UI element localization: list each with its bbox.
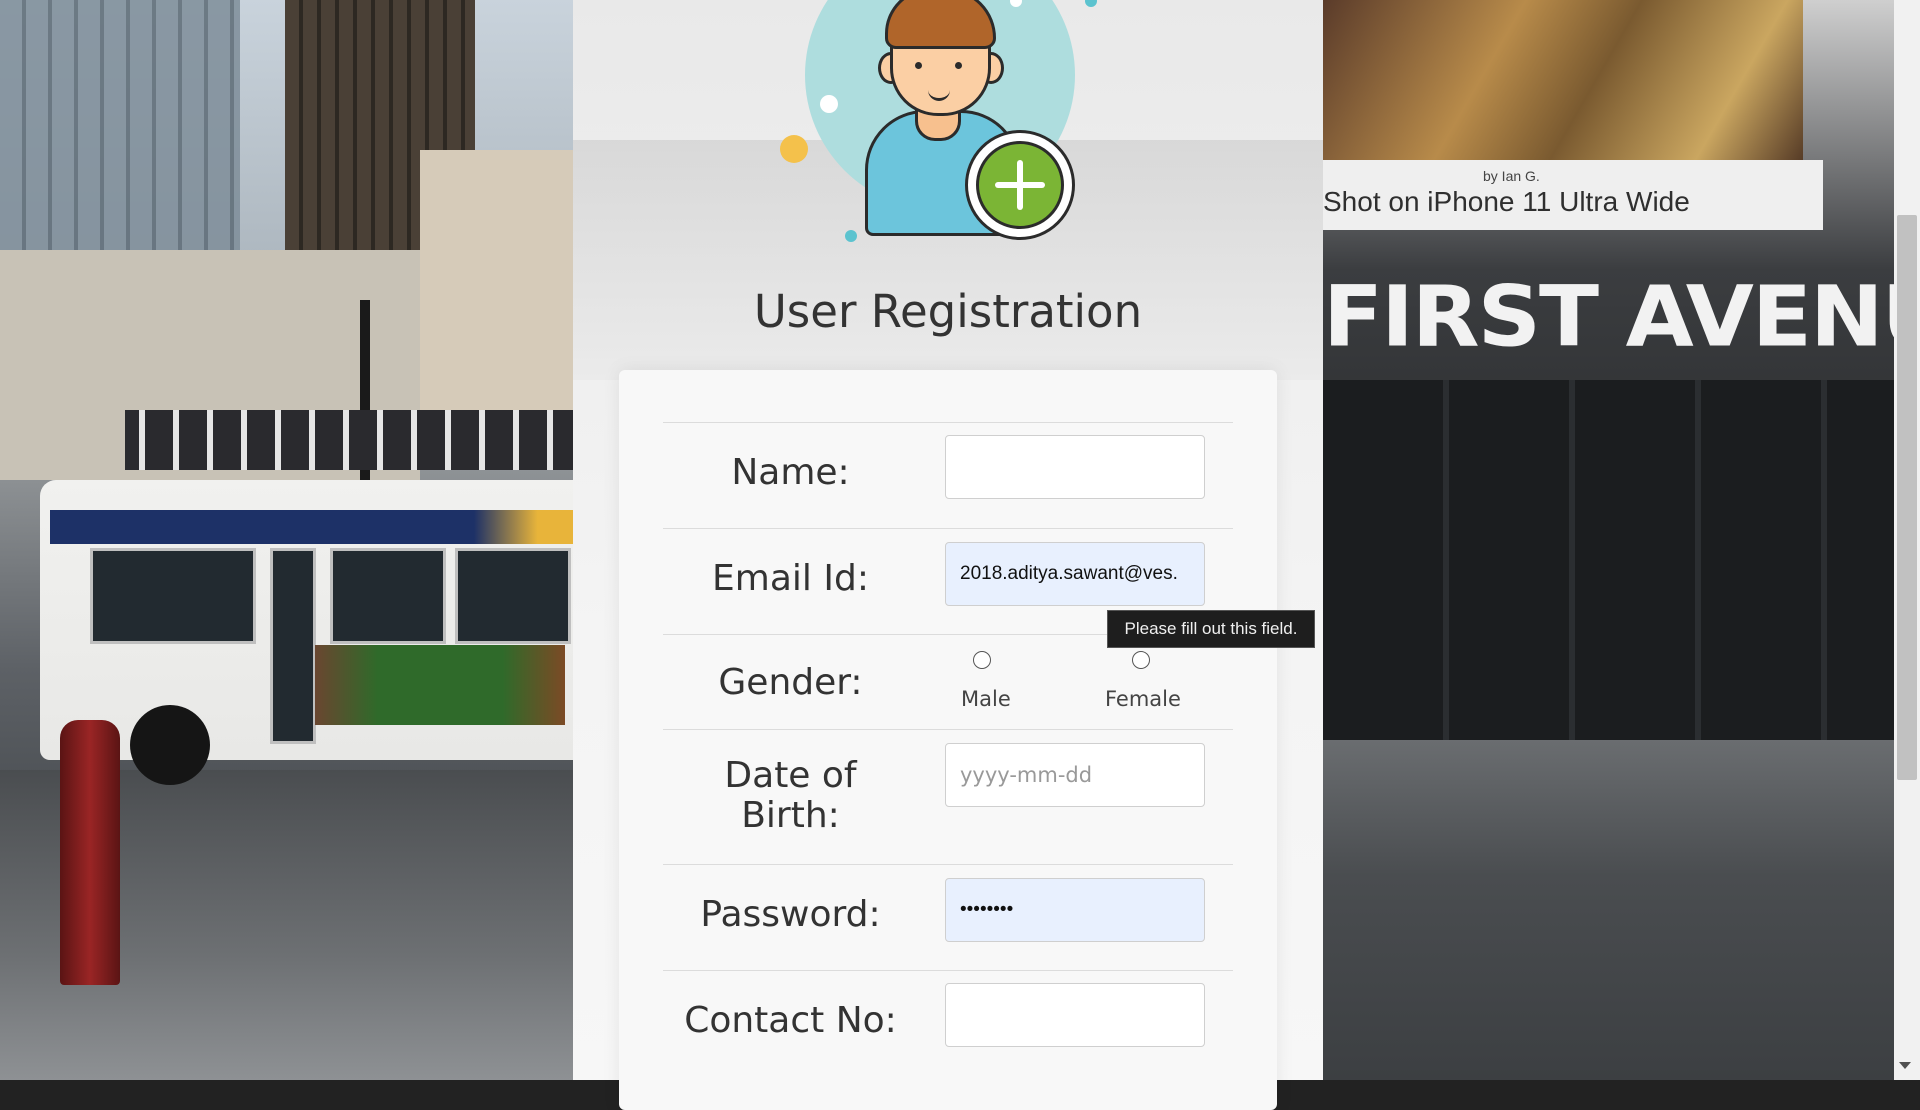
dob-label-line1: Date of xyxy=(724,755,857,796)
dob-label-line2: Birth: xyxy=(741,795,840,836)
billboard-caption: Shot on iPhone 11 Ultra Wide xyxy=(1323,186,1690,217)
background-photo-street-left xyxy=(0,0,573,1080)
fire-hydrant-image xyxy=(60,720,120,985)
gender-female-radio[interactable] xyxy=(1132,651,1150,669)
scroll-down-arrow-icon[interactable] xyxy=(1899,1062,1911,1069)
scrollbar-thumb[interactable] xyxy=(1897,215,1917,780)
gender-male-label[interactable]: Male xyxy=(961,687,1011,711)
email-label: Email Id: xyxy=(712,558,869,599)
contact-input[interactable] xyxy=(945,983,1205,1047)
billboard-credit: by Ian G. xyxy=(1483,168,1540,184)
validation-tooltip: Please fill out this field. xyxy=(1107,610,1315,648)
dob-row: Date of Birth: yyyy-mm-dd xyxy=(663,729,1233,865)
background-photo-first-avenue: by Ian G. Shot on iPhone 11 Ultra Wide F… xyxy=(1323,0,1894,1080)
password-input[interactable]: •••••••• xyxy=(945,878,1205,942)
plus-icon xyxy=(965,130,1075,240)
password-row: Password: •••••••• xyxy=(663,864,1233,971)
dob-input[interactable]: yyyy-mm-dd xyxy=(945,743,1205,807)
gender-row: Gender: Male Female xyxy=(663,634,1233,730)
gender-label: Gender: xyxy=(718,662,863,703)
name-label: Name: xyxy=(731,452,850,493)
gender-male-radio[interactable] xyxy=(973,651,991,669)
email-input[interactable]: 2018.aditya.sawant@ves. xyxy=(945,542,1205,606)
password-label: Password: xyxy=(700,894,881,935)
contact-row: Contact No: xyxy=(663,970,1233,1077)
add-user-avatar-illustration xyxy=(780,0,1097,250)
contact-label: Contact No: xyxy=(684,1000,897,1041)
dob-label: Date of Birth: xyxy=(663,756,918,836)
dob-placeholder: yyyy-mm-dd xyxy=(960,763,1093,787)
name-input[interactable] xyxy=(945,435,1205,499)
page-title: User Registration xyxy=(753,285,1143,338)
first-avenue-sign: FIRST AVENUE xyxy=(1323,267,1894,366)
gender-female-label[interactable]: Female xyxy=(1105,687,1181,711)
name-row: Name: xyxy=(663,422,1233,529)
